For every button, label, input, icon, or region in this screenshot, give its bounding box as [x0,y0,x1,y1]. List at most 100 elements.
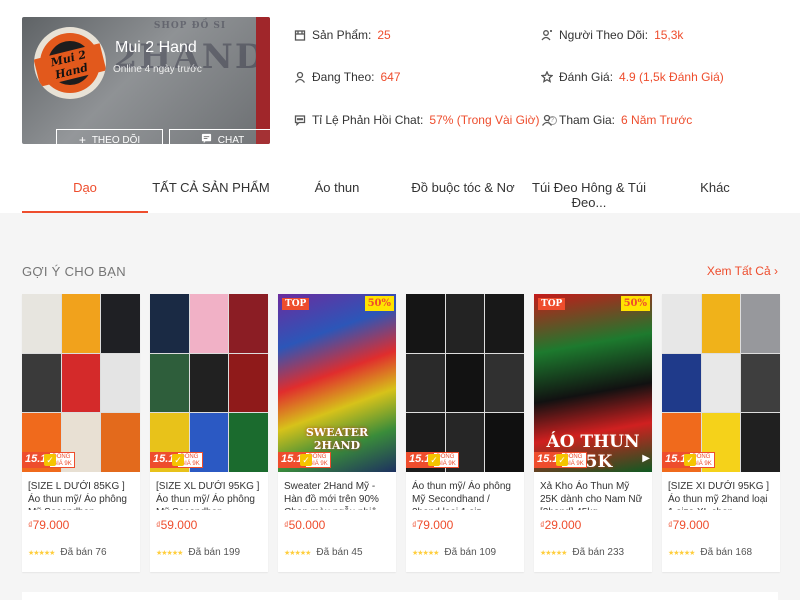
overlay-title: SWEATER 2HAND [305,426,369,452]
shop-header: SHOP ĐỒ SI 2HAND Mui 2 Hand Mui 2 Hand O… [0,0,800,213]
follow-button[interactable]: + THEO DÕI [56,129,163,144]
star-icon [541,71,553,83]
price-value: 59.000 [160,518,198,532]
product-card[interactable]: 15.1 ĐỒNG GIÁ 9K ✓ [SIZE XI DƯỚI 95KG ] Áo t… [662,294,780,572]
shirt-thumbnail [101,413,140,472]
chat-bubble-icon [294,115,306,126]
shirt-thumbnail [150,294,189,353]
stat-followers-label: Người Theo Dõi: [559,28,649,42]
shirt-thumbnail [61,353,101,413]
product-name[interactable]: Áo thun mỹ/ Áo phông Mỹ Secondhand / 2ha… [406,472,524,510]
stat-products: Sản Phẩm: 25 [294,28,391,42]
product-image[interactable]: 15.1 ĐỒNG GIÁ 9K ✓ [406,294,524,472]
product-image[interactable]: 15.1 ĐỒNG GIÁ 9K ✓ [150,294,268,472]
shirt-thumbnail [229,413,268,472]
stat-following-label: Đang Theo: [312,70,375,84]
shirt-thumbnail [741,294,780,353]
stat-joined-label: Tham Gia: [559,113,616,127]
product-price: ₫50.000 [278,510,396,532]
see-all-link[interactable]: Xem Tất Cả › [707,264,778,278]
tab-other[interactable]: Khác [652,170,778,213]
product-name[interactable]: [SIZE L DƯỚI 85KG ] Áo thun mỹ/ Áo phông… [22,472,140,510]
follow-label: THEO DÕI [91,134,141,145]
check-icon: ✓ [428,454,440,466]
product-name[interactable]: Sweater 2Hand Mỹ -Hàn đồ mới trên 90% Ch… [278,472,396,510]
shirt-thumbnail [150,353,189,413]
check-icon: ✓ [556,454,568,466]
stat-rating-value: 4.9 (1,5k Đánh Giá) [619,70,724,84]
product-image[interactable]: 15.1 ĐỒNG GIÁ 9K ✓ [22,294,140,472]
shirt-thumbnail [189,294,229,353]
product-card[interactable]: 15.1 ĐỒNG GIÁ 9K ✓ [SIZE L DƯỚI 85KG ] Áo th… [22,294,140,572]
product-card[interactable]: 15.1 ĐỒNG GIÁ 9K ✓ Áo thun mỹ/ Áo phông Mỹ S… [406,294,524,572]
shirt-thumbnail [22,294,61,353]
shirt-thumbnail [406,353,445,413]
product-card[interactable]: 15.1 ĐỒNG GIÁ 9K ✓ [SIZE XL DƯỚI 95KG ] Áo t… [150,294,268,572]
price-value: 29.000 [544,518,582,532]
chevron-right-icon: › [774,264,778,278]
chat-label: CHAT [217,134,245,145]
discount-tag: 50% [620,296,650,311]
top-tag: TOP [538,298,566,310]
product-rating: ★★★★★ Đã bán 109 [412,547,496,558]
price-value: 79.000 [32,518,70,532]
shirt-thumbnail [229,294,268,353]
shop-tabs: Dạo TẤT CẢ SẢN PHẨM Áo thun Đồ buộc tóc … [22,170,778,213]
shirt-thumbnail [101,294,140,353]
product-card[interactable]: SWEATER 2HAND TOP 50% 15.1 ĐỒNG GIÁ 9K ✓ Sweate… [278,294,396,572]
product-name[interactable]: Xả Kho Áo Thun Mỹ 25K dành cho Nam Nữ [2… [534,472,652,510]
stat-rating: Đánh Giá: 4.9 (1,5k Đánh Giá) [541,70,724,84]
product-price: ₫79.000 [406,510,524,532]
tab-all-products[interactable]: TẤT CẢ SẢN PHẨM [148,170,274,213]
star-rating-icon: ★★★★★ [284,549,311,557]
shirt-thumbnail [485,353,524,413]
shirt-thumbnail [101,353,140,413]
sold-count: Đã bán 233 [572,547,625,558]
shirt-thumbnail [445,353,485,413]
product-name[interactable]: [SIZE XI DƯỚI 95KG ] Áo thun mỹ 2hand lo… [662,472,780,510]
stat-following-value: 647 [380,70,401,84]
shirt-thumbnail [662,294,701,353]
check-icon: ✓ [172,454,184,466]
stat-chat-rate-value: 57% (Trong Vài Giờ) [429,113,540,127]
tab-hair-accessories[interactable]: Đồ buộc tóc & Nơ [400,170,526,213]
product-image[interactable]: 15.1 ĐỒNG GIÁ 9K ✓ [662,294,780,472]
shop-card: SHOP ĐỒ SI 2HAND Mui 2 Hand Mui 2 Hand O… [22,17,270,144]
star-rating-icon: ★★★★★ [28,549,55,557]
product-rating: ★★★★★ Đã bán 76 [28,547,107,558]
stat-products-value: 25 [377,28,391,42]
price-value: 79.000 [416,518,454,532]
tab-ao-thun[interactable]: Áo thun [274,170,400,213]
play-icon: ▶ [642,453,650,464]
product-rating: ★★★★★ Đã bán 233 [540,547,624,558]
next-section [22,592,778,600]
product-price: ₫79.000 [662,510,780,532]
tab-dao[interactable]: Dạo [22,170,148,213]
stat-products-label: Sản Phẩm: [312,28,372,42]
product-rating: ★★★★★ Đã bán 168 [668,547,752,558]
product-name[interactable]: [SIZE XL DƯỚI 95KG ] Áo thun mỹ/ Áo phôn… [150,472,268,510]
sold-count: Đã bán 109 [444,547,497,558]
tab-bags[interactable]: Túi Đeo Hông & Túi Đeo... [526,170,652,213]
user-icon [294,71,306,83]
top-tag: TOP [282,298,310,310]
price-value: 79.000 [672,518,710,532]
sold-count: Đã bán 45 [316,547,363,558]
store-icon [294,30,306,41]
shirt-thumbnail [445,294,485,353]
cover-bar [256,17,270,144]
see-all-label: Xem Tất Cả [706,264,771,278]
product-card[interactable]: ÁO THUN 25K ▶ TOP 50% 15.1 ĐỒNG GIÁ 9K ✓ Xả Kho … [534,294,652,572]
chat-icon [201,133,212,144]
shirt-thumbnail [741,413,780,472]
check-icon: ✓ [300,454,312,466]
product-rating: ★★★★★ Đã bán 199 [156,547,240,558]
stat-chat-rate-label: Tỉ Lệ Phản Hồi Chat: [312,113,424,127]
shirt-thumbnail [485,413,524,472]
product-image[interactable]: SWEATER 2HAND TOP 50% 15.1 ĐỒNG GIÁ 9K ✓ [278,294,396,472]
chat-button[interactable]: CHAT [169,129,270,144]
shop-avatar[interactable]: Mui 2 Hand [34,27,106,99]
star-rating-icon: ★★★★★ [412,549,439,557]
product-image[interactable]: ÁO THUN 25K ▶ TOP 50% 15.1 ĐỒNG GIÁ 9K ✓ [534,294,652,472]
price-value: 50.000 [288,518,326,532]
